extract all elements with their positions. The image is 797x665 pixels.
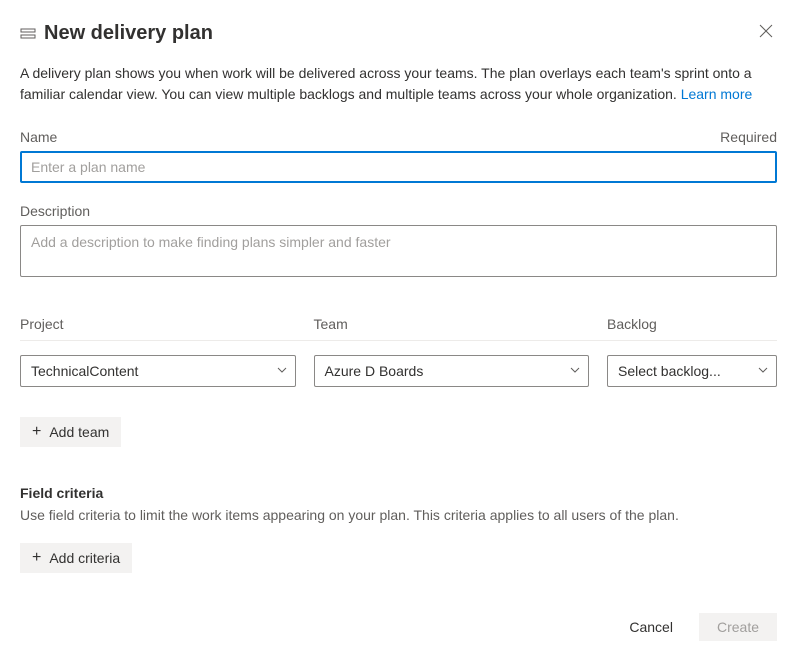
add-team-label: Add team bbox=[49, 424, 109, 440]
team-select-wrap: Azure D Boards bbox=[314, 355, 590, 387]
name-required: Required bbox=[720, 129, 777, 145]
intro-text: A delivery plan shows you when work will… bbox=[20, 63, 777, 105]
team-row: TechnicalContent Azure D Boards Select b… bbox=[20, 355, 777, 387]
name-label-row: Name Required bbox=[20, 129, 777, 145]
column-headers: Project Team Backlog bbox=[20, 316, 777, 332]
name-field-row: Name Required bbox=[20, 129, 777, 183]
description-input[interactable] bbox=[20, 225, 777, 277]
backlog-column-label: Backlog bbox=[607, 316, 777, 332]
description-label: Description bbox=[20, 203, 90, 219]
backlog-select[interactable]: Select backlog... bbox=[607, 355, 777, 387]
backlog-select-wrap: Select backlog... bbox=[607, 355, 777, 387]
field-criteria-description: Use field criteria to limit the work ite… bbox=[20, 507, 777, 523]
backlog-select-value: Select backlog... bbox=[618, 363, 721, 379]
dialog-footer: Cancel Create bbox=[20, 613, 777, 641]
field-criteria-heading: Field criteria bbox=[20, 485, 777, 501]
add-criteria-button[interactable]: + Add criteria bbox=[20, 543, 132, 573]
project-column-label: Project bbox=[20, 316, 296, 332]
project-select-value: TechnicalContent bbox=[31, 363, 138, 379]
add-criteria-label: Add criteria bbox=[49, 550, 120, 566]
description-label-row: Description bbox=[20, 203, 777, 219]
name-label: Name bbox=[20, 129, 57, 145]
team-select-value: Azure D Boards bbox=[325, 363, 424, 379]
plus-icon: + bbox=[32, 424, 41, 440]
plus-icon: + bbox=[32, 550, 41, 566]
team-column-label: Team bbox=[314, 316, 590, 332]
description-field-row: Description bbox=[20, 203, 777, 280]
column-divider bbox=[20, 340, 777, 341]
cancel-button[interactable]: Cancel bbox=[611, 613, 691, 641]
project-select-wrap: TechnicalContent bbox=[20, 355, 296, 387]
name-input[interactable] bbox=[20, 151, 777, 183]
create-button[interactable]: Create bbox=[699, 613, 777, 641]
intro-body: A delivery plan shows you when work will… bbox=[20, 65, 752, 102]
dialog-header: New delivery plan bbox=[20, 20, 777, 47]
add-team-button[interactable]: + Add team bbox=[20, 417, 121, 447]
project-select[interactable]: TechnicalContent bbox=[20, 355, 296, 387]
close-icon bbox=[759, 24, 773, 43]
header-left: New delivery plan bbox=[20, 22, 213, 45]
learn-more-link[interactable]: Learn more bbox=[681, 86, 753, 102]
delivery-plan-icon bbox=[20, 26, 36, 42]
team-select[interactable]: Azure D Boards bbox=[314, 355, 590, 387]
dialog-title: New delivery plan bbox=[44, 22, 213, 45]
close-button[interactable] bbox=[755, 20, 777, 47]
